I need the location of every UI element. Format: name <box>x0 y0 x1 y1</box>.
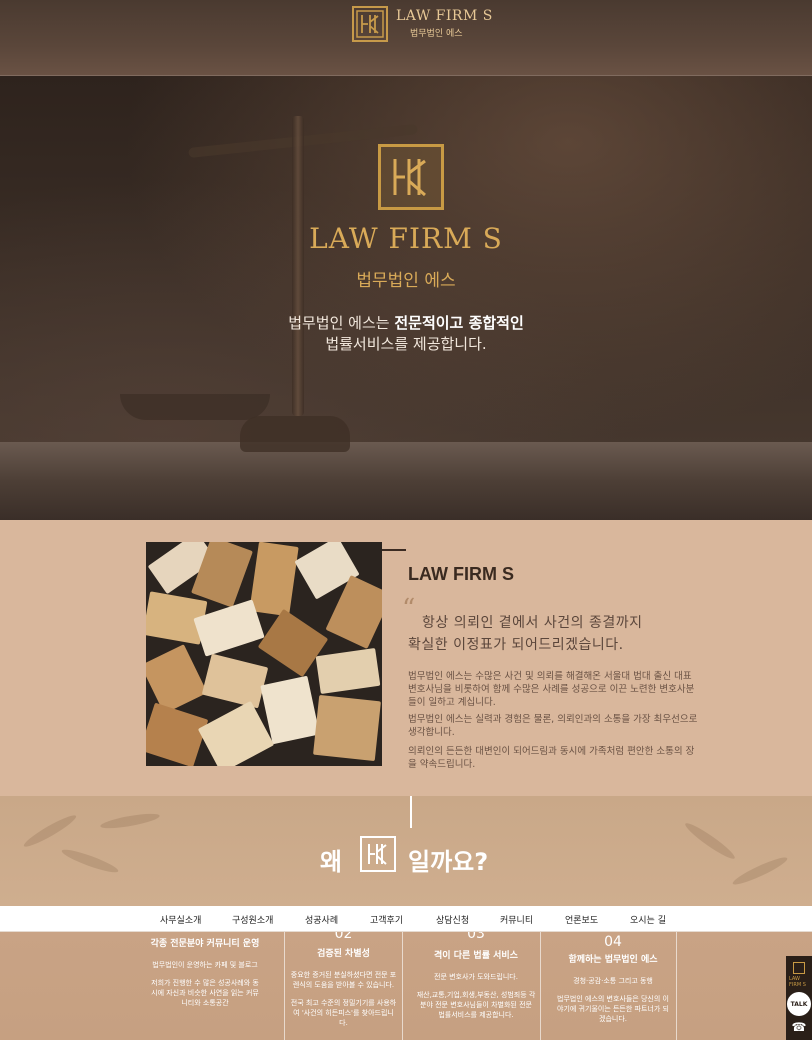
main-nav: 사무실소개 구성원소개 성공사례 고객후기 상담신청 커뮤니티 언론보도 오시는… <box>0 906 812 932</box>
feature-text: 경청·공감·소통 그리고 동행 <box>573 977 653 985</box>
feature-text: 법무법인이 운영하는 카페 및 블로그 <box>152 961 258 969</box>
about-section: LAW FIRM S “ 항상 의뢰인 곁에서 사건의 종결까지 확실한 이정표… <box>0 520 812 796</box>
phone-icon[interactable]: ☎ <box>790 1020 808 1034</box>
why-section: 왜 일까요? <box>0 796 812 906</box>
hero-subtitle: 법무법인 에스 <box>356 271 456 291</box>
header-title[interactable]: LAW FIRM S <box>396 8 493 24</box>
header-subtitle: 법무법인 에스 <box>410 29 463 39</box>
feature-number: 04 <box>604 934 622 950</box>
hero-tagline-plain: 법무법인 에스는 <box>288 314 395 332</box>
feature-title: 함께하는 법무법인 에스 <box>568 955 658 965</box>
feature-text: 재산,교통,기업,회생,부동산, 성범죄등 각 분야 전문 변호사님들이 차별화… <box>416 991 536 1019</box>
scale-pan-decoration <box>120 394 270 420</box>
feature-number: 02 <box>334 932 353 942</box>
nav-item-consultation[interactable]: 상담신청 <box>436 913 469 926</box>
scale-base-decoration <box>240 416 350 452</box>
about-paragraph-3: 의뢰인의 든든한 대변인이 되어드림과 동시에 가족처럼 편안한 소통의 장을 … <box>408 746 695 770</box>
monogram-icon <box>393 159 426 197</box>
hero-logo <box>378 144 444 210</box>
nav-item-community[interactable]: 커뮤니티 <box>500 913 533 926</box>
nav-item-members[interactable]: 구성원소개 <box>232 913 273 926</box>
why-heading-right: 일까요? <box>408 848 489 876</box>
hero-tagline-1: 법무법인 에스는 전문적이고 종합적인 <box>0 312 812 333</box>
hero-title: LAW FIRM S <box>309 222 503 255</box>
nav-item-press[interactable]: 언론보도 <box>565 913 598 926</box>
feature-title: 격이 다른 법률 서비스 <box>434 951 518 961</box>
why-logo <box>360 836 396 872</box>
about-accent-line <box>382 549 406 551</box>
feature-text: 중요한 증거된 분실하셨다면 전문 포렌식의 도움을 받아볼 수 있습니다. <box>290 971 397 989</box>
quote-mark-icon: “ <box>402 594 416 624</box>
about-quote-line-2: 확실한 이정표가 되어드리겠습니다. <box>408 637 624 653</box>
feature-title: 각종 전문분야 커뮤니티 운영 <box>150 939 260 949</box>
feature-card: 각종 전문분야 커뮤니티 운영 법무법인이 운영하는 카페 및 블로그 저희가 … <box>146 932 264 1040</box>
feature-text: 전문 변호사가 도와드립니다. <box>434 973 518 981</box>
side-quick-menu: LAW FIRM S TALK ☎ <box>786 956 812 1040</box>
books-image <box>146 542 382 766</box>
feature-text: 저희가 진행한 수 많은 성공사례와 동시에 자신과 비슷한 사연을 읽는 커뮤… <box>151 979 259 1007</box>
feature-text: 법무법인 에스의 변호사들은 당신의 이야기에 귀기울이는 든든한 파트너가 되… <box>557 995 669 1023</box>
about-paragraph-1: 법무법인 에스는 수많은 사건 및 의뢰를 해결해온 서울대 법대 출신 대표 … <box>408 671 695 708</box>
hero-banner: LAW FIRM S 법무법인 에스 법무법인 에스는 전문적이고 종합적인 법… <box>0 76 812 520</box>
why-heading-left: 왜 <box>320 848 343 876</box>
why-divider <box>410 796 412 828</box>
monogram-icon <box>368 844 387 865</box>
feature-text: 전국 최고 수준의 정밀기기를 사용하여 '사건의 히든피스'를 찾아드립니다. <box>290 999 397 1027</box>
side-logo-text: LAW FIRM S <box>789 976 806 988</box>
site-header: LAW FIRM S 법무법인 에스 <box>0 0 812 76</box>
feature-number: 03 <box>467 932 485 942</box>
features-section: 각종 전문분야 커뮤니티 운영 법무법인이 운영하는 카페 및 블로그 저희가 … <box>0 932 812 1040</box>
feature-card: 04 함께하는 법무법인 에스 경청·공감·소통 그리고 동행 법무법인 에스의… <box>550 932 676 1040</box>
about-paragraph-2: 법무법인 에스는 실력과 경험은 물론, 의뢰인과의 소통을 가장 최우선으로 … <box>408 714 698 738</box>
nav-item-directions[interactable]: 오시는 길 <box>630 913 666 926</box>
about-quote-line-1: 항상 의뢰인 곁에서 사건의 종결까지 <box>422 615 643 631</box>
feature-card: 02 검증된 차별성 중요한 증거된 분실하셨다면 전문 포렌식의 도움을 받아… <box>285 932 402 1040</box>
about-title: LAW FIRM S <box>408 564 514 584</box>
kakao-talk-button[interactable]: TALK <box>787 992 811 1016</box>
nav-item-success-cases[interactable]: 성공사례 <box>305 913 338 926</box>
side-logo-icon[interactable] <box>793 962 805 974</box>
table-decoration <box>0 442 812 520</box>
feature-title: 검증된 차별성 <box>317 949 370 959</box>
nav-item-reviews[interactable]: 고객후기 <box>370 913 403 926</box>
feature-card: 03 격이 다른 법률 서비스 전문 변호사가 도와드립니다. 재산,교통,기업… <box>412 932 540 1040</box>
hero-tagline-2: 법률서비스를 제공합니다. <box>325 335 487 353</box>
monogram-icon <box>356 10 384 38</box>
nav-item-office[interactable]: 사무실소개 <box>160 913 201 926</box>
header-logo[interactable] <box>352 6 388 42</box>
hero-tagline-bold: 전문적이고 종합적인 <box>394 314 524 332</box>
